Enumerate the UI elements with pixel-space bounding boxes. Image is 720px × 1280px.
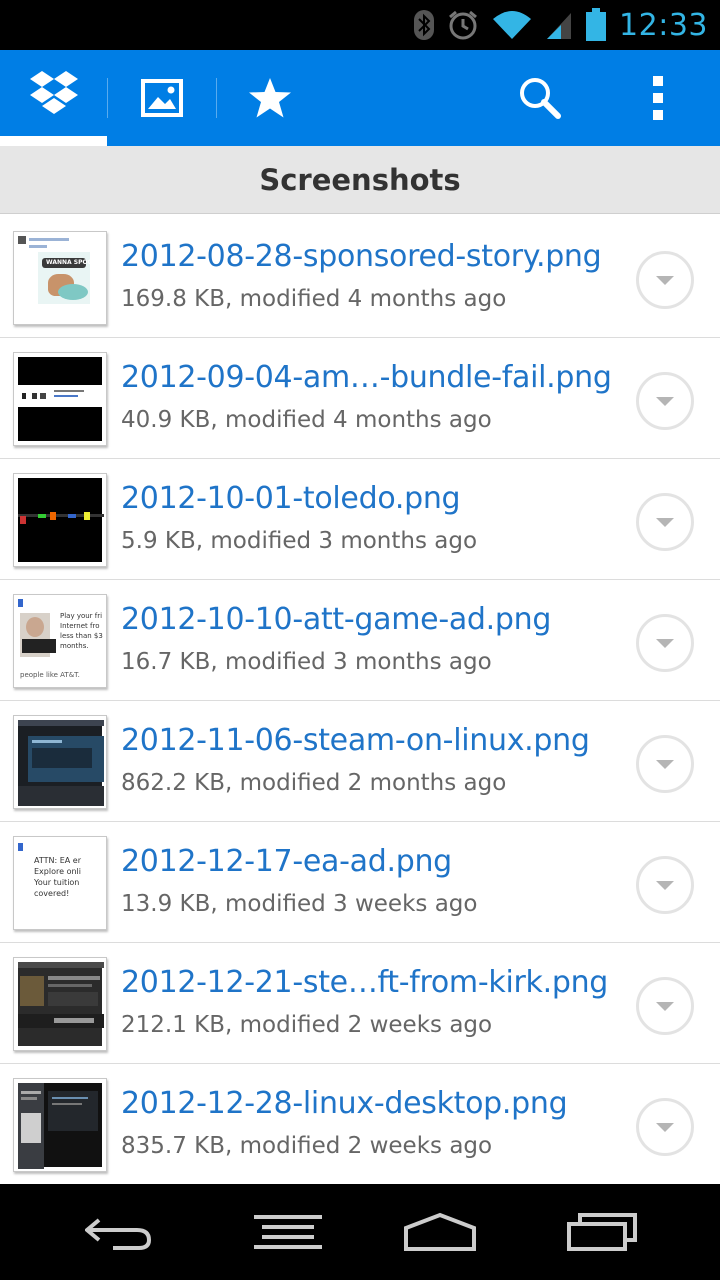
file-row[interactable]: 2012-11-06-steam-on-linux.png 862.2 KB, … (0, 701, 720, 822)
file-name: 2012-10-10-att-game-ad.png (121, 602, 552, 637)
file-options-button[interactable] (636, 372, 694, 430)
navigation-bar (0, 1184, 720, 1280)
file-row[interactable]: WANNA SPOON? 2012-08-28-sponsored-story.… (0, 217, 720, 338)
file-meta: 40.9 KB, modified 4 months ago (121, 407, 492, 433)
search-icon (520, 78, 561, 119)
file-meta: 13.9 KB, modified 3 weeks ago (121, 891, 478, 917)
file-row[interactable]: 2012-12-28-linux-desktop.png 835.7 KB, m… (0, 1064, 720, 1185)
signal-icon (547, 13, 572, 39)
thumbnail-caption: WANNA SPOON? (46, 259, 102, 266)
status-bar: 12:33 (0, 0, 720, 50)
file-name: 2012-08-28-sponsored-story.png (121, 239, 602, 274)
file-thumbnail (13, 715, 107, 809)
menu-icon (254, 1215, 322, 1249)
file-row[interactable]: Play your fri Internet fro less than $3 … (0, 580, 720, 701)
alarm-icon (449, 10, 477, 40)
file-options-button[interactable] (636, 977, 694, 1035)
file-options-button[interactable] (636, 1098, 694, 1156)
file-meta: 16.7 KB, modified 3 months ago (121, 649, 492, 675)
folder-header: Screenshots (0, 146, 720, 214)
file-meta: 862.2 KB, modified 2 months ago (121, 770, 507, 796)
file-meta: 212.1 KB, modified 2 weeks ago (121, 1012, 493, 1038)
tab-photos[interactable] (108, 50, 216, 146)
file-list: WANNA SPOON? 2012-08-28-sponsored-story.… (0, 217, 720, 1185)
file-thumbnail (13, 352, 107, 446)
clock: 12:33 (619, 7, 708, 43)
back-button[interactable] (50, 1184, 190, 1280)
file-meta: 5.9 KB, modified 3 months ago (121, 528, 478, 554)
battery-icon (586, 8, 607, 41)
thumbnail-ad-text: ATTN: EA er Explore onli Your tuition co… (34, 856, 81, 898)
file-options-button[interactable] (636, 493, 694, 551)
file-name: 2012-11-06-steam-on-linux.png (121, 723, 590, 758)
back-icon (85, 1218, 152, 1250)
file-options-button[interactable] (636, 735, 694, 793)
overflow-menu-button[interactable] (610, 50, 706, 146)
wifi-icon (493, 11, 532, 39)
search-button[interactable] (490, 50, 590, 146)
overflow-menu-icon (653, 76, 663, 120)
file-thumbnail (13, 1078, 107, 1172)
file-options-button[interactable] (636, 251, 694, 309)
file-thumbnail: WANNA SPOON? (13, 231, 107, 325)
file-thumbnail (13, 473, 107, 567)
folder-title: Screenshots (259, 162, 461, 197)
file-row[interactable]: 2012-12-21-ste…ft-from-kirk.png 212.1 KB… (0, 943, 720, 1064)
tab-dropbox[interactable] (0, 50, 107, 146)
bluetooth-icon (414, 10, 435, 40)
thumbnail-ad-footer: people like AT&T. (20, 671, 80, 679)
home-button[interactable] (370, 1184, 510, 1280)
file-options-button[interactable] (636, 856, 694, 914)
favorites-star-icon (249, 78, 291, 118)
recent-apps-button[interactable] (532, 1184, 672, 1280)
file-name: 2012-12-28-linux-desktop.png (121, 1086, 568, 1121)
file-name: 2012-10-01-toledo.png (121, 481, 461, 516)
file-meta: 835.7 KB, modified 2 weeks ago (121, 1133, 493, 1159)
photos-icon (141, 79, 183, 117)
recent-apps-icon (567, 1213, 637, 1251)
menu-button[interactable] (218, 1184, 358, 1280)
file-name: 2012-12-21-ste…ft-from-kirk.png (121, 965, 609, 1000)
file-name: 2012-12-17-ea-ad.png (121, 844, 452, 879)
file-meta: 169.8 KB, modified 4 months ago (121, 286, 507, 312)
dropbox-icon (29, 71, 78, 114)
thumbnail-ad-text: Play your fri Internet fro less than $3 … (60, 612, 103, 650)
file-thumbnail: Play your fri Internet fro less than $3 … (13, 594, 107, 688)
file-options-button[interactable] (636, 614, 694, 672)
file-thumbnail (13, 957, 107, 1051)
file-thumbnail: ATTN: EA er Explore onli Your tuition co… (13, 836, 107, 930)
file-row[interactable]: 2012-10-01-toledo.png 5.9 KB, modified 3… (0, 459, 720, 580)
tab-favorites[interactable] (217, 50, 323, 146)
file-row[interactable]: 2012-09-04-am…-bundle-fail.png 40.9 KB, … (0, 338, 720, 459)
file-name: 2012-09-04-am…-bundle-fail.png (121, 360, 612, 395)
action-bar (0, 50, 720, 146)
home-icon (404, 1212, 476, 1251)
file-row[interactable]: ATTN: EA er Explore onli Your tuition co… (0, 822, 720, 943)
